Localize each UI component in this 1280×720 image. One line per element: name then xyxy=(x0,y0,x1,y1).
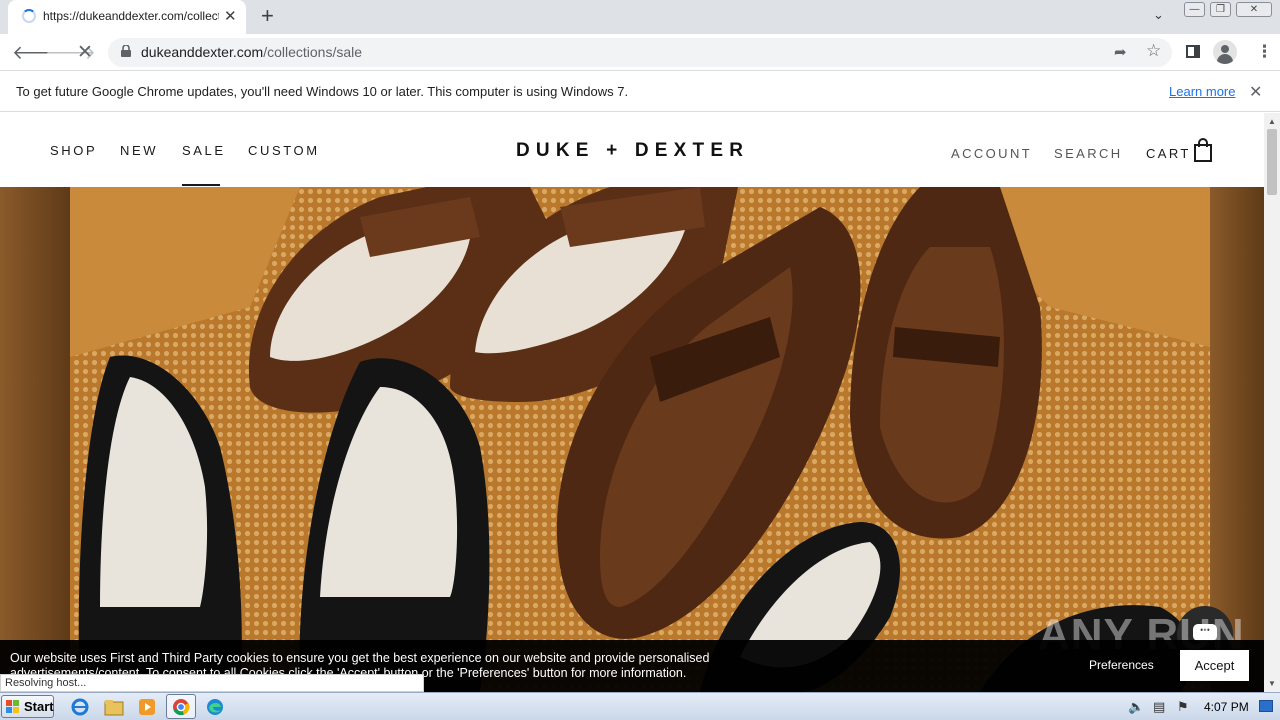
lock-icon[interactable] xyxy=(121,45,131,57)
scroll-down-arrow-icon[interactable]: ▼ xyxy=(1268,679,1276,688)
new-tab-button[interactable]: + xyxy=(261,3,274,29)
infobar-close-icon[interactable]: ✕ xyxy=(1249,82,1262,102)
volume-icon[interactable]: 🔈 xyxy=(1128,699,1144,715)
windows-flag-icon xyxy=(6,700,19,713)
file-explorer-icon[interactable] xyxy=(103,697,125,717)
internet-explorer-icon[interactable] xyxy=(69,697,91,717)
stop-loading-icon[interactable]: ✕ xyxy=(77,41,93,64)
search-link[interactable]: SEARCH xyxy=(1054,146,1123,161)
learn-more-link[interactable]: Learn more xyxy=(1169,84,1235,99)
action-center-flag-icon[interactable]: ⚑ xyxy=(1177,699,1189,715)
kebab-menu-icon[interactable]: ⋮ xyxy=(1256,42,1273,62)
chrome-icon[interactable] xyxy=(170,697,192,717)
taskbar-clock[interactable]: 4:07 PM xyxy=(1204,700,1249,714)
minimize-button[interactable]: — xyxy=(1184,2,1205,17)
edge-icon[interactable] xyxy=(204,697,226,717)
star-icon[interactable]: ☆ xyxy=(1146,41,1161,61)
tab-search-chevron-icon[interactable]: ⌄ xyxy=(1153,7,1164,23)
account-link[interactable]: ACCOUNT xyxy=(951,146,1032,161)
spinner-icon xyxy=(22,9,36,23)
tab-title[interactable]: https://dukeanddexter.com/collecti xyxy=(43,9,219,23)
tab-close-icon[interactable]: ✕ xyxy=(224,7,237,25)
media-player-icon[interactable] xyxy=(136,697,158,717)
cart-link[interactable]: CART xyxy=(1146,146,1191,161)
show-desktop-icon[interactable] xyxy=(1259,700,1273,712)
url-text[interactable]: dukeanddexter.com/collections/sale xyxy=(141,44,362,60)
scroll-thumb[interactable] xyxy=(1267,129,1277,195)
scroll-up-arrow-icon[interactable]: ▲ xyxy=(1268,117,1276,126)
profile-icon[interactable] xyxy=(1213,40,1237,64)
network-icon[interactable]: ▤ xyxy=(1153,699,1165,715)
nav-custom[interactable]: CUSTOM xyxy=(248,143,320,158)
shopping-bag-icon[interactable] xyxy=(1194,144,1212,162)
side-panel-icon[interactable] xyxy=(1186,45,1200,58)
site-logo[interactable]: DUKE + DEXTER xyxy=(516,140,749,162)
share-icon[interactable]: ➦ xyxy=(1114,43,1127,61)
restore-button[interactable]: ❐ xyxy=(1210,2,1231,17)
nav-new[interactable]: NEW xyxy=(120,143,158,158)
page-scrollbar[interactable] xyxy=(1264,113,1280,692)
status-bubble: Resolving host... xyxy=(0,674,424,692)
preferences-button[interactable]: Preferences xyxy=(1089,658,1154,672)
active-nav-underline xyxy=(182,184,220,186)
accept-button[interactable]: Accept xyxy=(1180,650,1249,681)
close-window-button[interactable]: ✕ xyxy=(1236,2,1272,17)
nav-shop[interactable]: SHOP xyxy=(50,143,97,158)
nav-sale[interactable]: SALE xyxy=(182,143,226,158)
infobar-message: To get future Google Chrome updates, you… xyxy=(16,84,629,99)
